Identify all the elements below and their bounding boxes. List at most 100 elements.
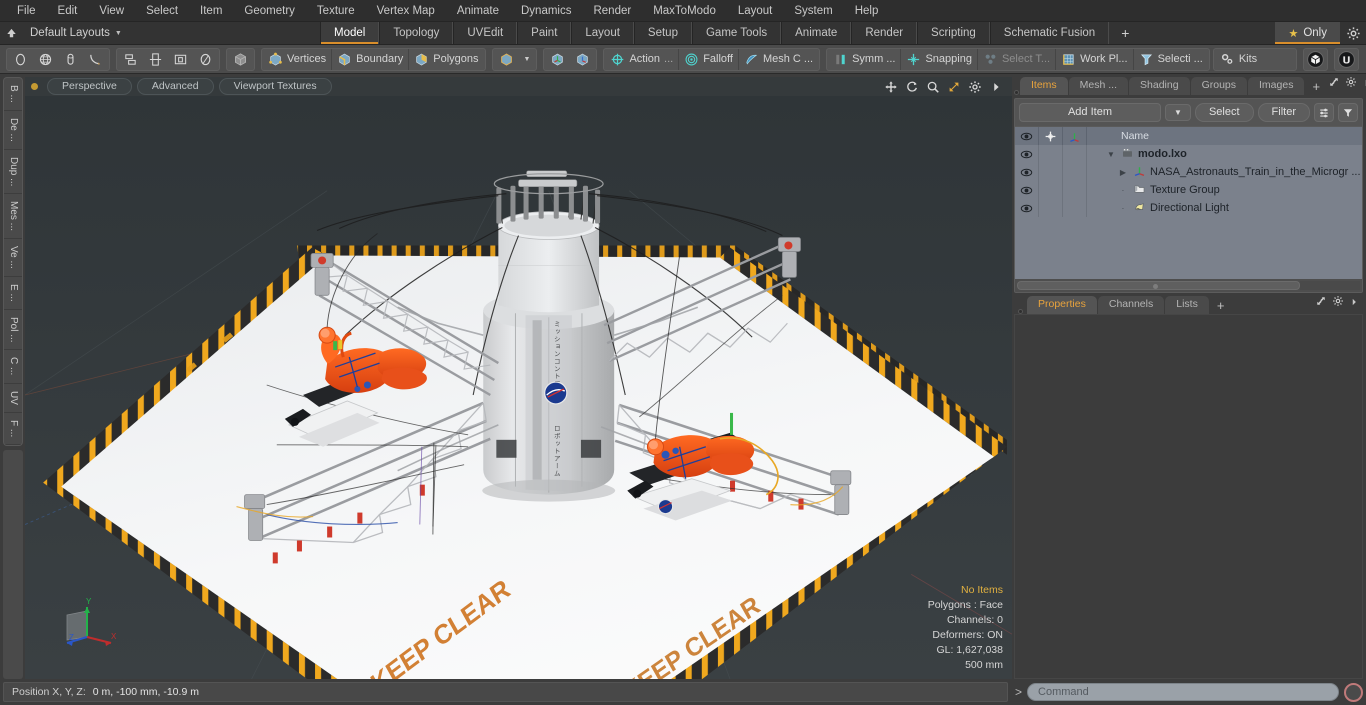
tree-item-texture-group[interactable]: · Texture Group (1087, 183, 1362, 198)
work-plane-button[interactable]: Work Pl... (1055, 48, 1132, 70)
tab-topology[interactable]: Topology (379, 22, 454, 44)
filter-button[interactable]: Filter (1257, 103, 1310, 122)
tab-render[interactable]: Render (851, 22, 918, 44)
left-tab-uv[interactable]: UV (4, 384, 22, 413)
menu-item-animate[interactable]: Animate (446, 0, 510, 22)
menu-item-dynamics[interactable]: Dynamics (510, 0, 582, 22)
gear-icon[interactable] (1345, 75, 1357, 93)
left-tab-polygon[interactable]: Pol ... (4, 310, 22, 351)
move-icon[interactable] (884, 80, 898, 94)
align-icon[interactable] (118, 49, 143, 70)
items-horizontal-scrollbar[interactable] (1015, 279, 1362, 292)
3d-viewport[interactable]: KEEP CLEAR KEEP CLEAR ミッションコントロール ロボットアー… (25, 96, 1012, 679)
capsule-icon[interactable] (58, 49, 83, 70)
menu-item-help[interactable]: Help (844, 0, 890, 22)
row-axis-cell[interactable] (1063, 181, 1087, 199)
symmetry-button[interactable]: Symm ... (828, 49, 900, 70)
action-center-button[interactable]: Action ... (605, 49, 678, 70)
pivot-icon[interactable] (545, 49, 570, 70)
scrollbar-thumb[interactable] (1152, 284, 1158, 289)
row-axis-cell[interactable] (1063, 145, 1087, 163)
table-row[interactable]: ▼ modo.lxo (1015, 145, 1362, 163)
add-item-button[interactable]: Add Item (1019, 103, 1161, 122)
table-row[interactable]: · Texture Group (1015, 181, 1362, 199)
panel-tab-lists[interactable]: Lists (1165, 296, 1209, 314)
panel-add-tab-button[interactable]: + (1305, 78, 1327, 95)
table-row[interactable]: ▶ NASA_Astronauts_Train_in_the_Microgr .… (1015, 163, 1362, 181)
tab-schematic-fusion[interactable]: Schematic Fusion (989, 22, 1110, 44)
fit-icon[interactable] (947, 80, 961, 94)
row-lock-cell[interactable] (1039, 199, 1063, 217)
ellipse-icon[interactable] (8, 49, 33, 70)
menu-item-file[interactable]: File (6, 0, 47, 22)
falloff-button[interactable]: Falloff (678, 48, 738, 70)
chevron-down-icon[interactable]: ▼ (519, 49, 536, 70)
rotate-icon[interactable] (905, 80, 919, 94)
viewport-textures-dropdown[interactable]: Viewport Textures (218, 78, 332, 95)
panel-tab-properties[interactable]: Properties (1027, 296, 1097, 314)
expand-icon[interactable] (1315, 294, 1327, 312)
unreal-icon[interactable] (1335, 49, 1358, 70)
table-row[interactable]: · Directional Light (1015, 199, 1362, 217)
funnel-icon[interactable] (1338, 103, 1358, 122)
left-tab-deform[interactable]: De ... (4, 111, 22, 150)
curve-icon[interactable] (83, 49, 108, 70)
menu-item-vertex-map[interactable]: Vertex Map (366, 0, 446, 22)
mode-dropdown-button[interactable] (494, 49, 519, 70)
row-visibility-toggle[interactable] (1015, 199, 1039, 217)
gear-icon[interactable] (968, 80, 982, 94)
chevron-right-icon[interactable] (1349, 294, 1359, 312)
row-visibility-toggle[interactable] (1015, 181, 1039, 199)
left-tab-curve[interactable]: C ... (4, 350, 22, 384)
menu-item-layout[interactable]: Layout (727, 0, 784, 22)
scrollbar-track[interactable] (1017, 281, 1300, 290)
tab-setup[interactable]: Setup (633, 22, 692, 44)
add-item-dropdown[interactable]: ▼ (1164, 104, 1191, 121)
row-lock-cell[interactable] (1039, 145, 1063, 163)
left-tab-edge[interactable]: E ... (4, 277, 22, 310)
list-options-icon[interactable] (1314, 103, 1334, 122)
chevron-right-icon[interactable] (989, 80, 1003, 94)
tab-scripting[interactable]: Scripting (917, 22, 990, 44)
tab-layout[interactable]: Layout (571, 22, 634, 44)
properties-add-tab-button[interactable]: + (1210, 297, 1232, 314)
command-input[interactable] (1027, 683, 1339, 701)
row-visibility-toggle[interactable] (1015, 145, 1039, 163)
menu-item-maxtomodo[interactable]: MaxToModo (642, 0, 727, 22)
viewport-perspective-dropdown[interactable]: Perspective (47, 78, 132, 95)
row-axis-cell[interactable] (1063, 199, 1087, 217)
panel-tab-shading[interactable]: Shading (1129, 77, 1190, 95)
bound-icon[interactable] (168, 49, 193, 70)
tree-item-directional-light[interactable]: · Directional Light (1087, 201, 1362, 216)
menu-item-select[interactable]: Select (135, 0, 189, 22)
kits-button[interactable]: Kits (1215, 49, 1295, 70)
left-tab-fusion[interactable]: F ... (4, 413, 22, 445)
gear-icon[interactable] (1332, 294, 1344, 312)
tree-item-scene[interactable]: ▼ modo.lxo (1087, 147, 1362, 162)
add-tab-button[interactable]: + (1109, 22, 1141, 44)
items-tree[interactable]: ▼ modo.lxo ▶ NASA_Astronauts_Train_in_th… (1015, 145, 1362, 279)
menu-item-render[interactable]: Render (582, 0, 642, 22)
menu-item-edit[interactable]: Edit (47, 0, 89, 22)
tab-animate[interactable]: Animate (781, 22, 852, 44)
center-icon[interactable] (143, 49, 168, 70)
mesh-constraint-button[interactable]: Mesh C ... (737, 48, 818, 70)
chevron-right-icon[interactable] (1362, 75, 1366, 93)
left-tab-mesh-edit[interactable]: Mes ... (4, 194, 22, 240)
tab-game-tools[interactable]: Game Tools (691, 22, 782, 44)
panel-tab-images[interactable]: Images (1248, 77, 1305, 95)
select-through-button[interactable]: Select T... (976, 48, 1055, 70)
left-tab-basic[interactable]: B ... (4, 78, 22, 111)
globe-icon[interactable] (33, 49, 58, 70)
selection-mode-boundary[interactable]: Boundary (331, 48, 408, 70)
properties-content[interactable] (1014, 314, 1363, 679)
row-axis-cell[interactable] (1063, 163, 1087, 181)
snapping-button[interactable]: Snapping (900, 48, 977, 70)
only-toggle-button[interactable]: ★ Only (1275, 22, 1340, 44)
modo-icon[interactable] (1304, 49, 1327, 70)
tab-model[interactable]: Model (320, 22, 380, 44)
panel-tab-mesh-ops[interactable]: Mesh ... (1068, 77, 1129, 95)
menu-item-texture[interactable]: Texture (306, 0, 366, 22)
radial-icon[interactable] (193, 49, 218, 70)
zoom-icon[interactable] (926, 80, 940, 94)
